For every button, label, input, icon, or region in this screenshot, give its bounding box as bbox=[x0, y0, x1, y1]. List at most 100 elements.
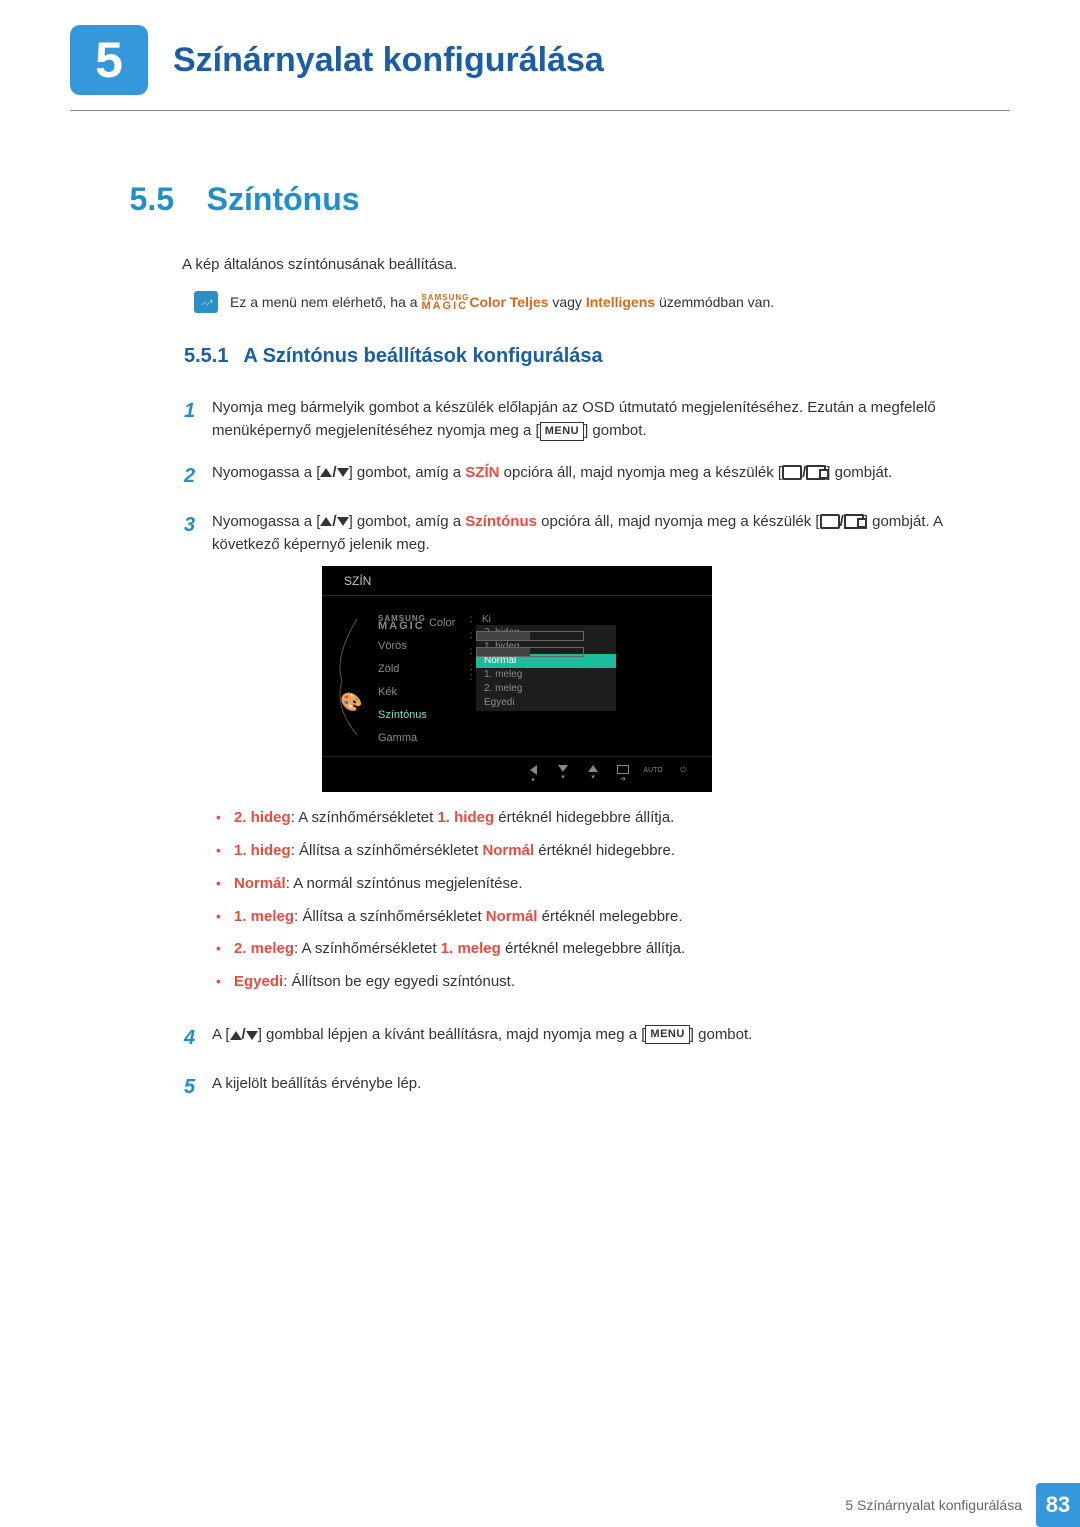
step-body: A kijelölt beállítás érvénybe lép. bbox=[212, 1072, 970, 1103]
note-row: Ez a menü nem elérhető, ha a SAMSUNG MAG… bbox=[194, 291, 970, 313]
option-description-list: 2. hideg: A színhőmérsékletet 1. hideg é… bbox=[212, 806, 970, 995]
nav-down-icon: ▾ bbox=[554, 765, 572, 784]
osd-opt-3: 1. meleg bbox=[476, 668, 616, 682]
section-title: Színtónus bbox=[207, 181, 360, 217]
osd-items: SAMSUNG MAGIC Color Vörös Zöld Kék Színt… bbox=[378, 612, 466, 750]
osd-curve-decoration bbox=[332, 617, 367, 737]
key2: Normál bbox=[486, 908, 538, 925]
section-number: 5.5 bbox=[112, 181, 174, 218]
osd-item-green: Zöld bbox=[378, 658, 466, 681]
t1: : A színhőmérsékletet bbox=[294, 940, 441, 957]
t2: értéknél melegebbre. bbox=[537, 908, 682, 925]
t: : Állítson be egy egyedi színtónust. bbox=[283, 973, 515, 990]
step-4: 4 A [/] gombbal lépjen a kívánt beállítá… bbox=[184, 1023, 970, 1054]
key: 1. meleg bbox=[234, 908, 294, 925]
nav-enter-icon: ➜ bbox=[614, 765, 632, 784]
steps-list: 1 Nyomja meg bármelyik gombot a készülék… bbox=[184, 396, 970, 1103]
osd-row-blue: : 2. hideg 1. hideg Normál 1. meleg 2. m… bbox=[466, 660, 702, 676]
step2-key: SZÍN bbox=[465, 464, 499, 481]
footer-page-number: 83 bbox=[1036, 1483, 1080, 1527]
osd-item-magic-color: SAMSUNG MAGIC Color bbox=[378, 612, 466, 635]
footer-label: 5 Színárnyalat konfigurálása bbox=[845, 1497, 1022, 1513]
osd-screenshot: SZÍN 🎨 bbox=[322, 566, 970, 792]
enter-source-icon: / bbox=[820, 510, 864, 533]
bullet-1hideg: 1. hideg: Állítsa a színhőmérsékletet No… bbox=[212, 839, 970, 864]
bullet-1meleg: 1. meleg: Állítsa a színhőmérsékletet No… bbox=[212, 905, 970, 930]
step2-c: opcióra áll, majd nyomja meg a készülék … bbox=[499, 464, 782, 481]
step-5: 5 A kijelölt beállítás érvénybe lép. bbox=[184, 1072, 970, 1103]
osd-item0: Color bbox=[429, 617, 455, 629]
t: : A normál színtónus megjelenítése. bbox=[286, 875, 523, 892]
step-number: 1 bbox=[184, 396, 212, 443]
note-icon bbox=[194, 291, 218, 313]
step1-b: ] gombot. bbox=[584, 422, 647, 439]
t2: értéknél melegebbre állítja. bbox=[501, 940, 685, 957]
step-1: 1 Nyomja meg bármelyik gombot a készülék… bbox=[184, 396, 970, 443]
t1: : Állítsa a színhőmérsékletet bbox=[294, 908, 486, 925]
up-down-arrow-icon: / bbox=[320, 461, 348, 484]
page: 5 Színárnyalat konfigurálása 5.5 Színtón… bbox=[0, 0, 1080, 1527]
step-number: 4 bbox=[184, 1023, 212, 1054]
osd-item-blue: Kék bbox=[378, 681, 466, 704]
note-text: Ez a menü nem elérhető, ha a SAMSUNG MAG… bbox=[230, 294, 774, 311]
step-number: 2 bbox=[184, 461, 212, 492]
key2: 1. hideg bbox=[437, 809, 494, 826]
osd-item-gamma: Gamma bbox=[378, 727, 466, 750]
note-post: üzemmódban van. bbox=[659, 294, 774, 310]
brand-bot: MAGIC bbox=[421, 302, 469, 311]
step-2: 2 Nyomogassa a [/] gombot, amíg a SZÍN o… bbox=[184, 461, 970, 492]
nav-up-icon: ▾ bbox=[584, 765, 602, 784]
subsection-heading: 5.5.1 A Színtónus beállítások konfigurál… bbox=[184, 345, 970, 368]
subsection-title: A Színtónus beállítások konfigurálása bbox=[243, 345, 602, 367]
step3-b: ] gombot, amíg a bbox=[349, 513, 466, 530]
nav-power-icon: ⏻ bbox=[674, 765, 692, 784]
osd-item-colortone: Színtónus bbox=[378, 704, 466, 727]
osd-body: 🎨 SAMSUNG MAGIC Color Vö bbox=[322, 596, 712, 756]
osd-brand-bot: MAGIC bbox=[378, 622, 426, 631]
osd-nav-bar: ▾ ▾ ▾ ➜ AUTO ⏻ bbox=[322, 756, 712, 792]
samsung-magic-label: SAMSUNG MAGIC bbox=[421, 295, 469, 310]
step-body: Nyomogassa a [ / ] gombot, amíg a Színtónu… bbox=[212, 510, 970, 1005]
nav-auto-label: AUTO bbox=[644, 765, 662, 784]
step2-a: Nyomogassa a [ bbox=[212, 464, 320, 481]
key: Normál bbox=[234, 875, 286, 892]
chapter-title: Színárnyalat konfigurálása bbox=[173, 41, 604, 80]
step4-c: ] gombot. bbox=[690, 1026, 753, 1043]
key: Egyedi bbox=[234, 973, 283, 990]
menu-button-label: MENU bbox=[540, 422, 584, 441]
step3-key: Színtónus bbox=[465, 513, 537, 530]
section-heading: 5.5 Színtónus bbox=[112, 181, 970, 218]
osd-menu-left: 🎨 SAMSUNG MAGIC Color Vö bbox=[332, 612, 466, 750]
enter-source-icon: / bbox=[782, 461, 826, 484]
step2-d: ] gombját. bbox=[826, 464, 892, 481]
t1: : A színhőmérsékletet bbox=[291, 809, 438, 826]
key: 2. meleg bbox=[234, 940, 294, 957]
t1: : Állítsa a színhőmérsékletet bbox=[291, 842, 483, 859]
key: 1. hideg bbox=[234, 842, 291, 859]
step-number: 5 bbox=[184, 1072, 212, 1103]
t2: értéknél hidegebbre. bbox=[534, 842, 675, 859]
t2: értéknél hidegebbre állítja. bbox=[494, 809, 674, 826]
osd-opt-5: Egyedi bbox=[476, 696, 616, 710]
key2: Normál bbox=[482, 842, 534, 859]
step-3: 3 Nyomogassa a [ / ] gombot, amíg a Színtó… bbox=[184, 510, 970, 1005]
note-mode1: Teljes bbox=[510, 294, 549, 310]
step-body: Nyomja meg bármelyik gombot a készülék e… bbox=[212, 396, 970, 443]
bullet-egyedi: Egyedi: Állítson be egy egyedi színtónus… bbox=[212, 970, 970, 995]
step3-a: Nyomogassa a [ bbox=[212, 513, 320, 530]
section-intro: A kép általános színtónusának beállítása… bbox=[182, 256, 970, 273]
subsection-number: 5.5.1 bbox=[184, 345, 228, 367]
page-footer: 5 Színárnyalat konfigurálása 83 bbox=[0, 1483, 1080, 1527]
step-number: 3 bbox=[184, 510, 212, 1005]
step4-b: ] gombbal lépjen a kívánt beállításra, m… bbox=[258, 1026, 646, 1043]
note-pre: Ez a menü nem elérhető, ha a bbox=[230, 294, 421, 310]
step4-a: A [ bbox=[212, 1026, 230, 1043]
chapter-number-badge: 5 bbox=[70, 25, 148, 95]
osd-item-red: Vörös bbox=[378, 635, 466, 658]
chapter-header: 5 Színárnyalat konfigurálása bbox=[0, 0, 1080, 105]
step3-c: opcióra áll, majd nyomja meg a készülék … bbox=[537, 513, 820, 530]
osd-opt-4: 2. meleg bbox=[476, 682, 616, 696]
nav-left-icon: ▾ bbox=[524, 765, 542, 784]
osd-title: SZÍN bbox=[322, 566, 712, 596]
bullet-normal: Normál: A normál színtónus megjelenítése… bbox=[212, 872, 970, 897]
